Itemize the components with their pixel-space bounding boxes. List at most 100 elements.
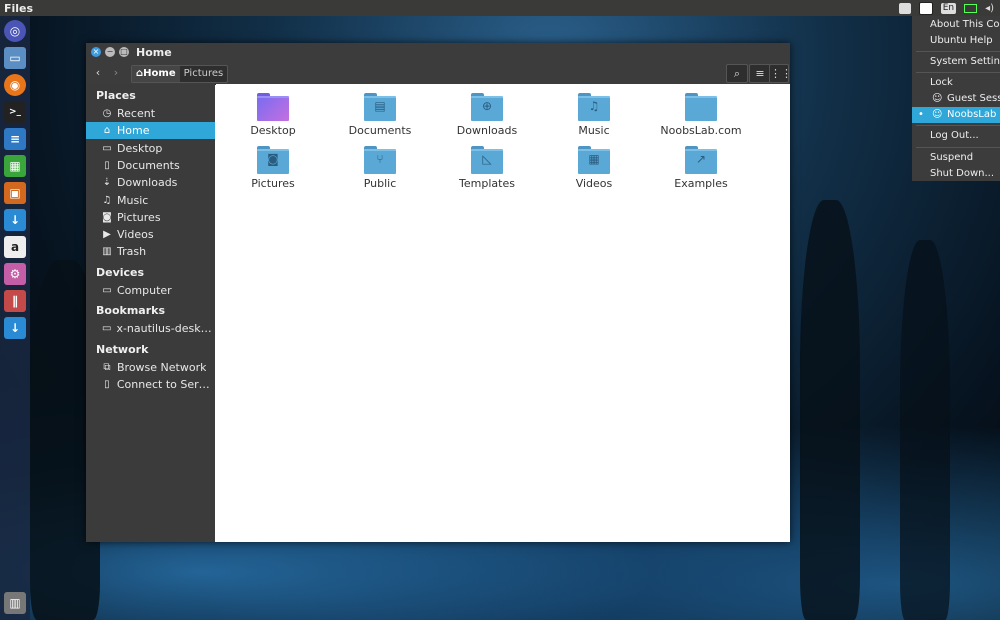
app-title: Files [4,1,34,15]
menu-separator [916,125,1000,126]
network-header: Network [96,343,149,356]
impress-icon[interactable]: ▣ [4,182,26,204]
menu-item-label: Guest Session [947,93,1000,104]
wallpaper-tree [800,200,860,620]
folder-label: Videos [575,177,613,190]
sidebar-item-videos-icon: ▶ [103,229,111,241]
sidebar-item-pictures[interactable]: ◙ Pictures [86,209,215,226]
dropbox-icon[interactable] [898,2,911,14]
search-icon[interactable]: ⌕ [726,64,748,83]
settings-icon[interactable]: ⚙ [4,263,26,285]
folder-icon: ▤ [364,93,396,121]
bookmarks-header: Bookmarks [96,304,165,317]
system-tray: En ◂) [898,0,994,16]
folder-downloads[interactable]: ⊕ Downloads [437,93,537,137]
sidebar-item-recent[interactable]: ◷ Recent [86,105,215,122]
menu-item-label: Log Out... [930,130,979,141]
close-button[interactable]: × [91,47,101,57]
menu-item-log-out[interactable]: Log Out... [912,128,1000,144]
folder-music[interactable]: ♫ Music [544,93,644,137]
folder-public[interactable]: ⑂ Public [330,146,430,190]
sidebar-item-downloads[interactable]: ⇣ Downloads [86,174,215,191]
writer-icon[interactable]: ≡ [4,128,26,150]
folder-label: Music [578,124,610,137]
maximize-button[interactable]: □ [119,47,129,57]
folder-noobslab-com[interactable]: NoobsLab.com [651,93,751,137]
sidebar-item-label: Videos [117,228,154,242]
menu-item-about-this-computer[interactable]: About This Computer [912,17,1000,33]
folder-icon: ◙ [257,146,289,174]
menu-item-ubuntu-help[interactable]: Ubuntu Help [912,33,1000,49]
menu-item-label: Suspend [930,152,974,163]
sidebar-item-trash[interactable]: ▥ Trash [86,243,215,260]
folder-label: Documents [348,124,412,137]
folder-desktop[interactable]: Desktop [223,93,323,137]
titlebar: × − □ Home [86,43,790,63]
crumb-home[interactable]: ⌂Home [132,66,180,82]
sidebar-item-label: Browse Network [117,361,207,374]
menu-separator [916,147,1000,148]
sidebar-item-label: Pictures [117,210,161,224]
menu-item-suspend[interactable]: Suspend [912,150,1000,166]
folder-label: Downloads [456,124,518,137]
folder-videos[interactable]: ▦ Videos [544,146,644,190]
folder-examples[interactable]: ↗ Examples [651,146,751,190]
folder-documents[interactable]: ▤ Documents [330,93,430,137]
sidebar-item-documents[interactable]: ▯ Documents [86,157,215,174]
keyboard-language[interactable]: En [940,2,957,14]
back-button[interactable]: ‹ [90,65,106,81]
forward-button[interactable]: › [108,65,124,81]
list-view-icon[interactable]: ≡ [749,64,771,83]
folder-pictures[interactable]: ◙ Pictures [223,146,323,190]
menu-item-system-settings[interactable]: System Settings... [912,54,1000,70]
folder-icon: ♫ [578,93,610,121]
sidebar-item-pictures-icon: ◙ [102,211,112,223]
sidebar-item-computer[interactable]: ▭ Computer [86,282,215,299]
battery-icon[interactable] [964,3,978,13]
crumb-pictures[interactable]: Pictures [180,66,228,82]
volume-icon[interactable]: ◂) [985,3,994,14]
menu-item-noobslab[interactable]: ☺ • NoobsLab [912,107,1000,123]
notification-icon[interactable] [918,1,933,15]
menu-item-lock[interactable]: Lock [912,75,1000,91]
sidebar-item-label: Home [117,124,150,138]
sidebar-item-music[interactable]: ♫ Music [86,192,215,209]
toolbar: ‹ › ⌂Home Pictures ⌕ ≡ ⋮⋮ [86,63,792,85]
terminal-icon[interactable]: >_ [4,101,26,123]
menu-separator [916,72,1000,73]
file-view: Desktop ▤ Documents ⊕ Downloads ♫ Music NoobsLa… [216,84,790,542]
sidebar: Places ◷ Recent ⌂ Home ▭ Desktop ▯ Documents ⇣ Do… [86,84,215,542]
software-center-icon[interactable]: ↓ [4,209,26,231]
minimize-button[interactable]: − [105,47,115,57]
trash-launcher-icon[interactable]: ▥ [4,592,26,614]
grid-view-icon[interactable]: ⋮⋮ [769,64,792,83]
sidebar-item-desktop[interactable]: ▭ Desktop [86,140,215,157]
sidebar-item-label: Recent [117,107,156,120]
updates-icon[interactable]: ↓ [4,317,26,339]
menu-item-label: About This Computer [930,19,1000,30]
folder-icon: ◺ [471,146,503,174]
places-header: Places [96,89,136,102]
sidebar-item-videos[interactable]: ▶ Videos [86,226,215,243]
sidebar-item-browse-network[interactable]: ⧉ Browse Network [86,359,215,376]
menu-item-guest-session[interactable]: ☺ Guest Session [912,91,1000,107]
breadcrumb: ⌂Home Pictures [131,65,229,83]
amazon-icon[interactable]: a [4,236,26,258]
menu-item-shut-down[interactable]: Shut Down... [912,166,1000,182]
calc-icon[interactable]: ▦ [4,155,26,177]
folder-icon: ⑂ [364,146,396,174]
devices-header: Devices [96,266,145,279]
ubuntu-dash-icon[interactable]: ◎ [4,20,26,42]
sidebar-item-home[interactable]: ⌂ Home [86,122,215,140]
menu-item-label: Lock [930,77,953,88]
sidebar-item-bookmark[interactable]: ▭ x-nautilus-desktop... [86,320,215,337]
firefox-icon[interactable]: ◉ [4,74,26,96]
sidebar-item-music-icon: ♫ [102,194,112,206]
sidebar-item-computer-icon: ▭ [102,285,112,296]
folder-label: Examples [674,177,728,190]
folder-label: Pictures [251,177,295,190]
folder-templates[interactable]: ◺ Templates [437,146,537,190]
unity-tweak-icon[interactable]: ∥ [4,290,26,312]
files-launcher-icon[interactable]: ▭ [4,47,26,69]
sidebar-item-connect-to-server[interactable]: ▯ Connect to Server [86,376,215,393]
